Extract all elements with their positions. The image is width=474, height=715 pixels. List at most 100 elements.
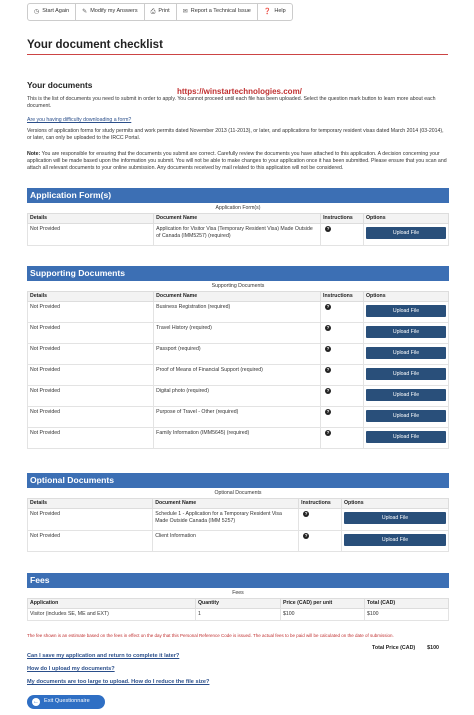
note-text: Note: You are responsible for ensuring t… bbox=[27, 151, 449, 172]
modify-answers-button[interactable]: ✎ Modify my Answers bbox=[76, 4, 145, 20]
instructions-cell: ? bbox=[320, 406, 364, 429]
col-instructions: Instructions bbox=[320, 213, 364, 225]
pencil-icon: ✎ bbox=[82, 8, 88, 15]
document-name-link[interactable]: Family Information (IMM5645) (required) bbox=[153, 427, 322, 450]
printer-icon: ⎙ bbox=[150, 8, 156, 15]
total-price-label: Total Price (CAD) bbox=[372, 645, 416, 651]
document-name-cell: Passport (required) bbox=[153, 343, 322, 366]
document-name-link[interactable]: Application for Visitor Visa (Temporary … bbox=[153, 223, 322, 247]
options-cell: Upload File bbox=[363, 385, 449, 408]
upload-file-button[interactable]: Upload File bbox=[366, 227, 446, 240]
question-mark-icon[interactable]: ? bbox=[325, 367, 332, 374]
upload-documents-link[interactable]: How do I upload my documents? bbox=[27, 666, 115, 674]
question-mark-icon[interactable]: ? bbox=[303, 511, 310, 518]
fees-caption: Fees bbox=[232, 590, 244, 596]
upload-file-button[interactable]: Upload File bbox=[366, 305, 446, 318]
col-quantity: Quantity bbox=[195, 598, 281, 610]
col-details: Details bbox=[26, 291, 155, 303]
options-cell: Upload File bbox=[341, 530, 449, 553]
details-cell: Not Provided bbox=[26, 427, 155, 450]
question-icon: ❓ bbox=[263, 8, 272, 15]
print-label: Print bbox=[158, 8, 170, 15]
note-label: Note: bbox=[27, 151, 41, 157]
reduce-file-size-link[interactable]: My documents are too large to upload. Ho… bbox=[27, 679, 209, 687]
col-options: Options bbox=[341, 498, 449, 510]
col-price: Price (CAD) per unit bbox=[280, 598, 365, 610]
modify-answers-label: Modify my Answers bbox=[90, 8, 138, 15]
question-mark-icon[interactable]: ? bbox=[325, 430, 332, 437]
table-row: Visitor (includes SE, ME and EXT) 1 $100… bbox=[27, 608, 449, 622]
details-cell: Not Provided bbox=[26, 364, 155, 387]
document-name-link[interactable]: Schedule 1 - Application for a Temporary… bbox=[152, 508, 300, 532]
question-mark-icon[interactable]: ? bbox=[325, 304, 332, 311]
col-details: Details bbox=[26, 498, 154, 510]
exit-questionnaire-label: Exit Questionnaire bbox=[44, 698, 90, 705]
table-row: Not Provided Schedule 1 - Application fo… bbox=[26, 508, 449, 532]
question-mark-icon[interactable]: ? bbox=[303, 533, 310, 540]
title-divider bbox=[27, 54, 448, 55]
upload-file-button[interactable]: Upload File bbox=[344, 534, 446, 547]
table-header-row: Details Document Name Instructions Optio… bbox=[26, 498, 449, 510]
col-total: Total (CAD) bbox=[364, 598, 449, 610]
question-mark-icon[interactable]: ? bbox=[325, 388, 332, 395]
report-issue-button[interactable]: ✉ Report a Technical Issue bbox=[177, 4, 258, 20]
options-cell: Upload File bbox=[363, 223, 449, 247]
question-mark-icon[interactable]: ? bbox=[325, 346, 332, 353]
upload-file-button[interactable]: Upload File bbox=[366, 368, 446, 381]
document-name-cell: Business Registration (required) bbox=[153, 301, 322, 324]
document-name-cell: Travel History (required) bbox=[153, 322, 322, 345]
help-label: Help bbox=[274, 8, 286, 15]
toolbar: ◷ Start Again ✎ Modify my Answers ⎙ Prin… bbox=[27, 3, 293, 21]
table-row: Not Provided Family Information (IMM5645… bbox=[26, 427, 449, 450]
options-cell: Upload File bbox=[363, 322, 449, 345]
intro-text: This is the list of documents you need t… bbox=[27, 96, 436, 110]
instructions-cell: ? bbox=[320, 343, 364, 366]
optional-documents-caption: Optional Documents bbox=[214, 490, 262, 496]
difficulty-download-link[interactable]: Are you having difficulty downloading a … bbox=[27, 117, 131, 123]
instructions-cell: ? bbox=[320, 385, 364, 408]
upload-file-button[interactable]: Upload File bbox=[366, 431, 446, 444]
instructions-cell: ? bbox=[298, 508, 342, 532]
fees-note: The fee shown is an estimate based on th… bbox=[27, 633, 394, 638]
col-document-name: Document Name bbox=[153, 213, 322, 225]
document-name-cell: Client Information bbox=[152, 530, 300, 553]
total-price-value: $100 bbox=[427, 645, 439, 651]
your-documents-heading: Your documents bbox=[27, 80, 93, 90]
options-cell: Upload File bbox=[363, 343, 449, 366]
save-application-link[interactable]: Can I save my application and return to … bbox=[27, 653, 179, 661]
table-row: Not Provided Travel History (required) ?… bbox=[26, 322, 449, 345]
supporting-documents-bar: Supporting Documents bbox=[27, 266, 449, 281]
options-cell: Upload File bbox=[363, 427, 449, 450]
col-application: Application bbox=[27, 598, 196, 610]
document-name-cell: Proof of Means of Financial Support (req… bbox=[153, 364, 322, 387]
instructions-cell: ? bbox=[320, 322, 364, 345]
application-forms-bar: Application Form(s) bbox=[27, 188, 449, 203]
optional-documents-bar: Optional Documents bbox=[27, 473, 449, 488]
supporting-documents-table: Supporting Documents Details Document Na… bbox=[26, 282, 449, 450]
start-again-label: Start Again bbox=[42, 8, 70, 15]
upload-file-button[interactable]: Upload File bbox=[366, 410, 446, 423]
table-header-row: Details Document Name Instructions Optio… bbox=[26, 291, 449, 303]
details-cell: Not Provided bbox=[26, 343, 155, 366]
question-mark-icon[interactable]: ? bbox=[325, 409, 332, 416]
start-again-button[interactable]: ◷ Start Again bbox=[28, 4, 77, 20]
instructions-cell: ? bbox=[320, 301, 364, 324]
print-button[interactable]: ⎙ Print bbox=[145, 4, 177, 20]
upload-file-button[interactable]: Upload File bbox=[366, 347, 446, 360]
supporting-documents-caption: Supporting Documents bbox=[211, 283, 265, 289]
table-row: Not Provided Passport (required) ? Uploa… bbox=[26, 343, 449, 366]
envelope-icon: ✉ bbox=[182, 8, 188, 15]
table-header-row: Details Document Name Instructions Optio… bbox=[26, 213, 449, 225]
exit-questionnaire-button[interactable]: ← Exit Questionnaire bbox=[27, 695, 105, 709]
instructions-cell: ? bbox=[320, 364, 364, 387]
upload-file-button[interactable]: Upload File bbox=[366, 326, 446, 339]
details-cell: Not Provided bbox=[26, 301, 155, 324]
col-document-name: Document Name bbox=[152, 498, 300, 510]
upload-file-button[interactable]: Upload File bbox=[344, 512, 446, 525]
question-mark-icon[interactable]: ? bbox=[325, 325, 332, 332]
help-button[interactable]: ❓ Help bbox=[258, 4, 292, 20]
versions-text: Versions of application forms for study … bbox=[27, 128, 444, 142]
optional-documents-table: Optional Documents Details Document Name… bbox=[26, 489, 449, 553]
upload-file-button[interactable]: Upload File bbox=[366, 389, 446, 402]
question-mark-icon[interactable]: ? bbox=[325, 226, 332, 233]
